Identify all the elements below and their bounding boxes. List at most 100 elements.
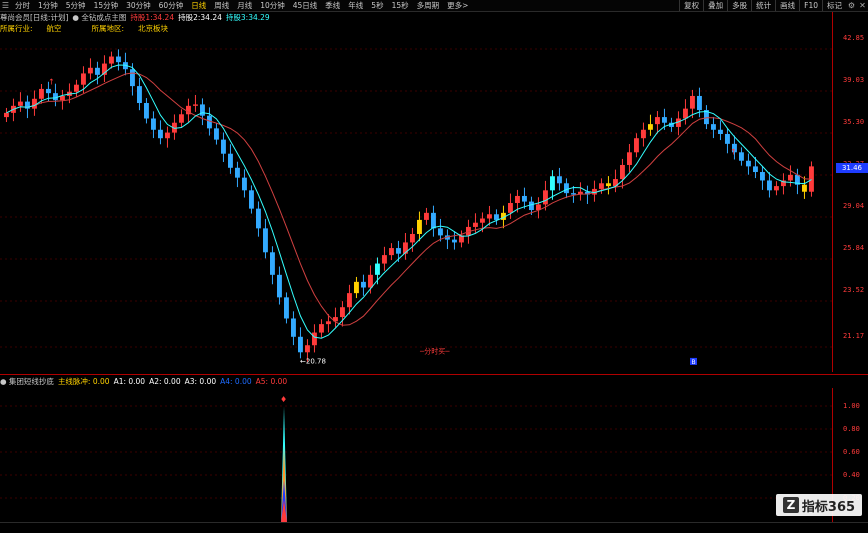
candle-body	[144, 103, 149, 119]
lower-legend-item: ● 集团短线抄底	[0, 376, 54, 386]
candle-body	[46, 88, 51, 94]
candle-body	[361, 281, 366, 288]
toolbar-button[interactable]: 画线	[775, 0, 799, 11]
oscillator-tick-label: 1.00	[843, 402, 860, 410]
toolbar-button[interactable]: 标记	[822, 0, 846, 11]
period-tab[interactable]: 分时	[11, 0, 34, 11]
watermark-logo-icon: Z	[782, 497, 799, 513]
candle-body	[389, 248, 394, 256]
toolbar-button[interactable]: 复权	[679, 0, 703, 11]
oscillator-chart[interactable]: ♦	[0, 388, 832, 522]
candle-body	[774, 186, 779, 191]
candle-body	[354, 281, 359, 294]
candle-body	[326, 321, 331, 325]
period-tab[interactable]: 15秒	[388, 0, 413, 11]
toolbar-button[interactable]: 多股	[727, 0, 751, 11]
period-tab[interactable]: 5秒	[367, 0, 387, 11]
sub-legend-item: 航空	[46, 23, 62, 33]
price-tick-label: 29.04	[843, 202, 865, 210]
buy-signal-label: ─分时买─	[419, 347, 450, 356]
period-tab[interactable]: 日线	[187, 0, 210, 11]
candle-body	[655, 117, 660, 125]
close-icon[interactable]: ✕	[857, 0, 868, 11]
candle-body	[396, 248, 401, 254]
candle-body	[214, 128, 219, 140]
candle-body	[340, 307, 345, 318]
gear-icon[interactable]: ⚙	[846, 0, 857, 11]
candle-body	[158, 129, 163, 139]
lower-legend-item: A2: 0.00	[149, 376, 181, 386]
candle-body	[662, 117, 667, 123]
candle-body	[641, 129, 646, 139]
candle-body	[256, 208, 261, 229]
candle-body	[529, 201, 534, 211]
candle-body	[130, 69, 135, 87]
toolbar-button[interactable]: F10	[799, 0, 822, 11]
period-tab[interactable]: 15分钟	[90, 0, 123, 11]
candle-body	[347, 293, 352, 308]
candle-body	[88, 67, 93, 74]
price-tick-label: 21.17	[843, 332, 865, 340]
period-tab[interactable]: 45日线	[289, 0, 322, 11]
indicator-name[interactable]: ● 全钻成点主图	[72, 12, 126, 23]
price-tick-label: 25.84	[843, 244, 865, 252]
candle-body	[746, 160, 751, 167]
period-tab[interactable]: 月线	[233, 0, 256, 11]
toolbar-button[interactable]: 统计	[751, 0, 775, 11]
price-axis[interactable]: 42.8539.0335.3033.2729.0425.8423.5221.17	[832, 12, 868, 372]
candle-body	[767, 180, 772, 191]
candle-body	[424, 212, 429, 220]
period-tab[interactable]: 30分钟	[122, 0, 155, 11]
toolbar-button[interactable]: 叠加	[703, 0, 727, 11]
candle-body	[627, 152, 632, 165]
candle-body	[298, 336, 303, 353]
candle-body	[494, 214, 499, 220]
candle-body	[368, 274, 373, 288]
period-tab[interactable]: 周线	[210, 0, 233, 11]
legend-value: 持股3:34.29	[225, 12, 270, 22]
period-tabs: 分时 1分钟 5分钟 15分钟 30分钟 60分钟 日线 周线 月线 10分钟 45日线 季线 年线 5秒…	[11, 0, 472, 11]
candle-body	[151, 118, 156, 130]
candle-body	[81, 73, 86, 85]
candle-body	[571, 193, 576, 195]
lower-legend-item: A3: 0.00	[184, 376, 217, 386]
period-tab[interactable]: 1分钟	[34, 0, 62, 11]
menu-icon[interactable]: ☰	[0, 0, 11, 11]
period-tab[interactable]: 10分钟	[256, 0, 289, 11]
candle-body	[249, 190, 254, 209]
candle-body	[620, 164, 625, 180]
period-tab[interactable]: 更多>	[443, 0, 472, 11]
layout-title[interactable]: 尊尚会员[日线:计划]	[0, 12, 68, 23]
panel-divider[interactable]	[0, 374, 868, 375]
candle-body	[165, 132, 170, 139]
lower-legend-item: 主线脉冲: 0.00	[57, 376, 110, 386]
candle-body	[599, 183, 604, 189]
candle-body	[606, 183, 611, 187]
candle-body	[648, 124, 653, 130]
candle-body	[95, 67, 100, 75]
candlestick-chart[interactable]: ←20.78 ↑ ↑ ─分时买─ B	[0, 34, 832, 372]
buy-arrow-icon: ↑	[730, 148, 737, 157]
candle-body	[487, 214, 492, 219]
candle-body	[4, 112, 9, 118]
candle-body	[760, 172, 765, 181]
candle-body	[557, 176, 562, 184]
candle-body	[60, 95, 65, 101]
candle-body	[543, 190, 548, 205]
period-tab[interactable]: 季线	[321, 0, 344, 11]
signal-marker-icon: ♦	[280, 395, 287, 404]
candle-body	[53, 93, 58, 101]
candle-body	[116, 56, 121, 63]
candle-body	[39, 88, 44, 99]
candle-body	[305, 345, 310, 353]
main-legend: 尊尚会员[日线:计划] ● 全钻成点主图 持股1:34.24 持股2:34.24 持…	[0, 12, 278, 22]
indicator-values: 持股1:34.24 持股2:34.24 持股3:34.29	[130, 12, 273, 23]
period-tab[interactable]: 年线	[344, 0, 367, 11]
industry-legend: 所属行业: 航空 所属地区: 北京板块	[0, 23, 198, 33]
period-tab[interactable]: 多周期	[413, 0, 444, 11]
candle-body	[270, 252, 275, 275]
period-tab[interactable]: 5分钟	[62, 0, 90, 11]
candle-body	[200, 104, 205, 116]
period-tab[interactable]: 60分钟	[155, 0, 188, 11]
candle-body	[683, 108, 688, 119]
